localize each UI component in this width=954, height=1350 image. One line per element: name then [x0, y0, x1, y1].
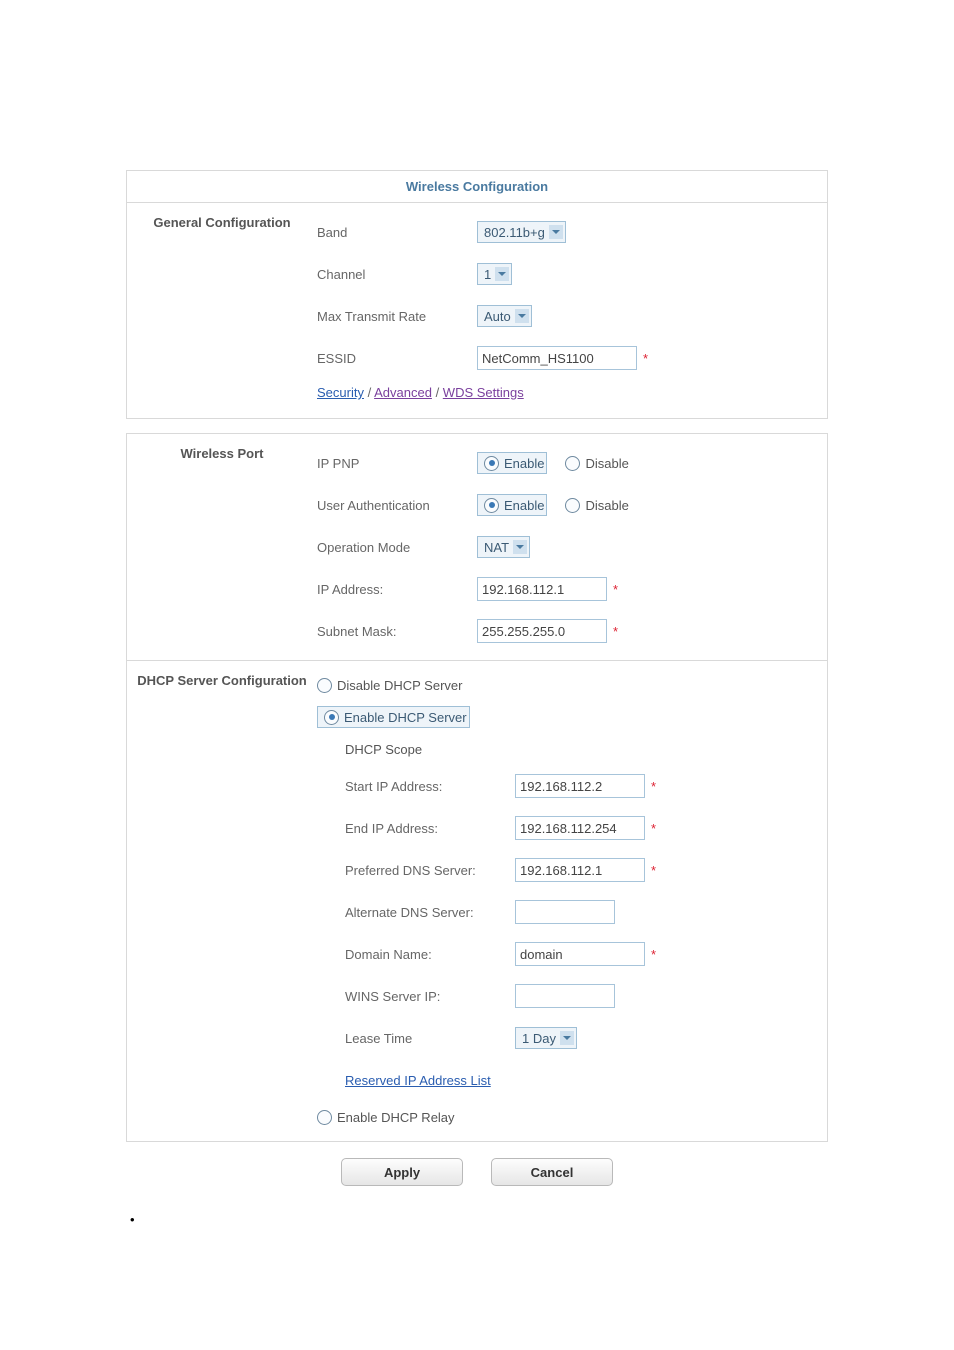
start-ip-input[interactable]: [515, 774, 645, 798]
wireless-port-heading: Wireless Port: [127, 434, 317, 473]
user-auth-disable-radio[interactable]: Disable: [565, 498, 628, 513]
operation-mode-select[interactable]: NAT: [477, 536, 530, 558]
alternate-dns-input[interactable]: [515, 900, 615, 924]
reserved-ip-list-link[interactable]: Reserved IP Address List: [345, 1073, 491, 1088]
required-mark: *: [651, 863, 656, 878]
required-mark: *: [651, 821, 656, 836]
preferred-dns-input[interactable]: [515, 858, 645, 882]
required-mark: *: [651, 947, 656, 962]
ip-address-input[interactable]: [477, 577, 607, 601]
dhcp-server-section: DHCP Server Configuration Disable DHCP S…: [127, 660, 827, 1141]
wins-server-label: WINS Server IP:: [345, 989, 515, 1004]
operation-mode-label: Operation Mode: [317, 540, 477, 555]
domain-name-input[interactable]: [515, 942, 645, 966]
wds-settings-link[interactable]: WDS Settings: [443, 385, 524, 400]
max-transmit-rate-select[interactable]: Auto: [477, 305, 532, 327]
band-select[interactable]: 802.11b+g: [477, 221, 566, 243]
ip-address-label: IP Address:: [317, 582, 477, 597]
panel-title: Wireless Configuration: [127, 171, 827, 203]
wireless-port-section: Wireless Port IP PNP Enable Disable User…: [127, 434, 827, 660]
user-auth-enable-radio[interactable]: Enable: [477, 494, 547, 516]
button-bar: Apply Cancel: [127, 1158, 827, 1186]
required-mark: *: [613, 624, 618, 639]
chevron-down-icon: [549, 225, 563, 239]
apply-button[interactable]: Apply: [341, 1158, 463, 1186]
ip-pnp-enable-radio[interactable]: Enable: [477, 452, 547, 474]
required-mark: *: [651, 779, 656, 794]
required-mark: *: [643, 351, 648, 366]
subnet-mask-input[interactable]: [477, 619, 607, 643]
general-configuration-heading: General Configuration: [127, 203, 317, 242]
end-ip-input[interactable]: [515, 816, 645, 840]
dhcp-server-heading: DHCP Server Configuration: [127, 661, 317, 700]
general-configuration-section: General Configuration Band 802.11b+g Cha…: [127, 203, 827, 418]
security-link[interactable]: Security: [317, 385, 364, 400]
preferred-dns-label: Preferred DNS Server:: [345, 863, 515, 878]
required-mark: *: [613, 582, 618, 597]
channel-select[interactable]: 1: [477, 263, 512, 285]
subnet-mask-label: Subnet Mask:: [317, 624, 477, 639]
wireless-port-dhcp-panel: Wireless Port IP PNP Enable Disable User…: [126, 433, 828, 1142]
chevron-down-icon: [495, 267, 509, 281]
bullet-marker: •: [124, 1212, 830, 1227]
alternate-dns-label: Alternate DNS Server:: [345, 905, 515, 920]
cancel-button[interactable]: Cancel: [491, 1158, 613, 1186]
ip-pnp-label: IP PNP: [317, 456, 477, 471]
lease-time-select[interactable]: 1 Day: [515, 1027, 577, 1049]
domain-name-label: Domain Name:: [345, 947, 515, 962]
wireless-config-panel: Wireless Configuration General Configura…: [126, 170, 828, 419]
ip-pnp-disable-radio[interactable]: Disable: [565, 456, 628, 471]
channel-label: Channel: [317, 267, 477, 282]
wins-server-input[interactable]: [515, 984, 615, 1008]
enable-dhcp-server-radio[interactable]: Enable DHCP Server: [317, 706, 470, 728]
channel-select-value: 1: [484, 267, 491, 282]
end-ip-label: End IP Address:: [345, 821, 515, 836]
essid-label: ESSID: [317, 351, 477, 366]
max-transmit-rate-value: Auto: [484, 309, 511, 324]
disable-dhcp-server-radio[interactable]: Disable DHCP Server: [317, 678, 462, 693]
advanced-link[interactable]: Advanced: [374, 385, 432, 400]
band-label: Band: [317, 225, 477, 240]
chevron-down-icon: [515, 309, 529, 323]
chevron-down-icon: [560, 1031, 574, 1045]
max-transmit-rate-label: Max Transmit Rate: [317, 309, 477, 324]
link-separator: /: [436, 385, 443, 400]
band-select-value: 802.11b+g: [484, 225, 545, 240]
operation-mode-value: NAT: [484, 540, 509, 555]
enable-dhcp-relay-radio[interactable]: Enable DHCP Relay: [317, 1110, 455, 1125]
dhcp-scope-label: DHCP Scope: [345, 742, 422, 757]
essid-input[interactable]: [477, 346, 637, 370]
chevron-down-icon: [513, 540, 527, 554]
lease-time-value: 1 Day: [522, 1031, 556, 1046]
start-ip-label: Start IP Address:: [345, 779, 515, 794]
user-auth-label: User Authentication: [317, 498, 477, 513]
lease-time-label: Lease Time: [345, 1031, 515, 1046]
